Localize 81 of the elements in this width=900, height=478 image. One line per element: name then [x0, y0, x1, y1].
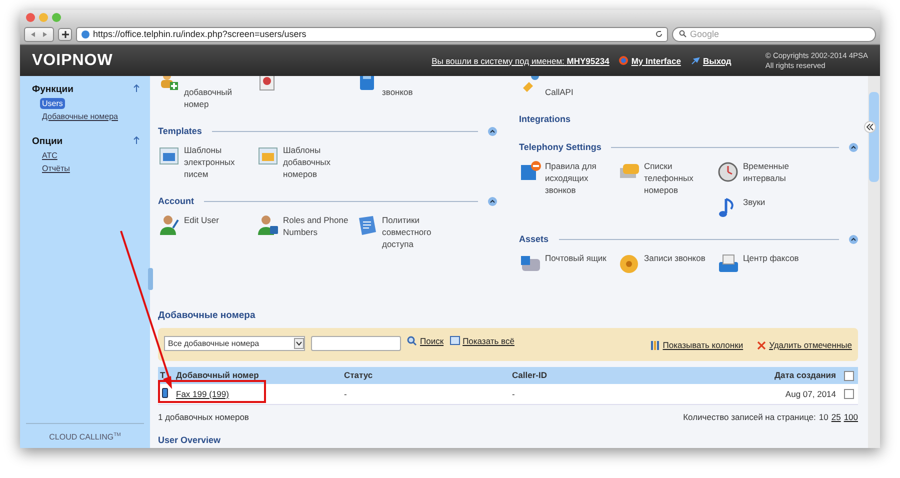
tile-link[interactable]: Политики совместного доступа	[382, 214, 432, 250]
sidebar-item[interactable]: Добавочные номера	[40, 111, 120, 122]
window-icon	[450, 336, 460, 345]
tile-link[interactable]: звонков	[382, 76, 413, 98]
tile-link[interactable]: Шаблоны электронных писем	[184, 144, 235, 180]
address-field[interactable]: https://office.telphin.ru/index.php?screen=users/users	[76, 26, 668, 42]
per-page-label: Количество записей на странице:	[683, 412, 816, 422]
section-title: Telephony Settings	[519, 142, 602, 152]
delete-selected-link[interactable]: Удалить отмеченные	[769, 340, 852, 350]
group-title: Опции	[32, 136, 63, 147]
user-lock-icon	[257, 214, 279, 236]
section-title: Добавочные номера	[158, 310, 256, 320]
tile-link[interactable]: Списки телефонных номеров	[644, 160, 694, 196]
row-checkbox[interactable]	[844, 389, 854, 400]
scroll-thumb[interactable]	[869, 92, 879, 182]
scrollbar[interactable]	[868, 76, 880, 448]
filter-dropdown[interactable]: Все добавочные номера	[164, 336, 305, 351]
column-header[interactable]: Caller-ID	[512, 370, 547, 380]
magnifier-icon	[407, 336, 417, 346]
collapse-button[interactable]	[488, 126, 497, 136]
tile-link[interactable]: добавочный номер	[184, 76, 232, 110]
tile-link[interactable]: Звуки	[743, 196, 766, 208]
up-arrow-icon[interactable]	[133, 84, 140, 92]
section-title: Assets	[519, 234, 549, 244]
table-cell: -	[508, 384, 676, 404]
collapse-button[interactable]	[849, 234, 858, 244]
logo: VOIPNOW	[32, 52, 114, 70]
show-all-link[interactable]: Показать всё	[462, 336, 521, 347]
plus-icon	[60, 30, 70, 38]
tile-link[interactable]: Roles and Phone Numbers	[283, 214, 348, 238]
my-interface-link[interactable]: My Interface	[631, 56, 681, 66]
phone-icon	[162, 388, 168, 398]
select-all-checkbox[interactable]	[844, 370, 854, 381]
sidebar-item[interactable]: Users	[40, 98, 65, 109]
sidebar-item[interactable]: Отчёты	[40, 163, 72, 174]
tile-link[interactable]: Временные интервалы	[743, 160, 789, 184]
section-title: Integrations	[519, 114, 571, 124]
collapse-button[interactable]	[849, 142, 858, 152]
tile-link[interactable]: Центр факсов	[743, 252, 799, 264]
extension-link[interactable]: Fax 199 (199)	[176, 388, 229, 399]
add-bookmark-button[interactable]	[58, 28, 72, 40]
search-input[interactable]	[311, 336, 401, 351]
column-header[interactable]: Статус	[344, 370, 373, 380]
colored-ring-icon	[619, 56, 628, 65]
tile-link[interactable]: Шаблоны добавочных номеров	[283, 144, 331, 180]
page-size-option[interactable]: 10	[818, 412, 828, 422]
sidebar-item[interactable]: АТС	[40, 150, 60, 161]
user-icon	[158, 214, 180, 236]
page-size-option[interactable]: 100	[844, 412, 858, 422]
document-icon	[356, 214, 378, 236]
globe-icon	[81, 30, 90, 38]
up-arrow-icon[interactable]	[133, 136, 140, 144]
tile-link[interactable]: Записи звонков	[644, 252, 706, 264]
sidebar-handle[interactable]	[148, 268, 153, 290]
page-size-option[interactable]: 25	[831, 412, 841, 422]
tile-link[interactable]: Правила для исходящих звонков	[545, 160, 596, 196]
search-icon	[679, 30, 687, 38]
logout-link[interactable]: Выход	[702, 56, 732, 66]
delete-icon	[757, 340, 766, 350]
search-link[interactable]: Поиск	[420, 336, 444, 346]
show-columns-link[interactable]: Показывать колонки	[662, 340, 744, 350]
tile-link[interactable]: Edit User	[184, 214, 219, 226]
section-title: Account	[158, 196, 194, 206]
table-cell: Aug 07, 2014	[676, 384, 840, 404]
section-title: Templates	[158, 126, 202, 136]
login-link[interactable]: Вы вошли в систему под именем: MHY95234	[432, 56, 610, 66]
tile-link[interactable]: Почтовый ящик	[545, 252, 606, 264]
collapse-button[interactable]	[488, 196, 497, 206]
fax-icon	[717, 252, 739, 274]
footer-tagline: CLOUD CALLING$^{TM}$	[26, 423, 144, 448]
section-title: User Overview	[158, 434, 222, 445]
tile-link[interactable]: CallAPI	[545, 76, 574, 98]
stopwatch-icon	[717, 160, 739, 182]
reload-icon[interactable]	[655, 30, 663, 38]
close-button[interactable]	[26, 12, 35, 22]
table-cell: -	[340, 384, 508, 404]
group-title: Функции	[32, 84, 74, 95]
columns-icon	[650, 340, 660, 350]
double-chevron-icon	[865, 122, 875, 132]
record-count: 1 добавочных номеров	[158, 412, 249, 422]
zoom-button[interactable]	[52, 12, 61, 22]
